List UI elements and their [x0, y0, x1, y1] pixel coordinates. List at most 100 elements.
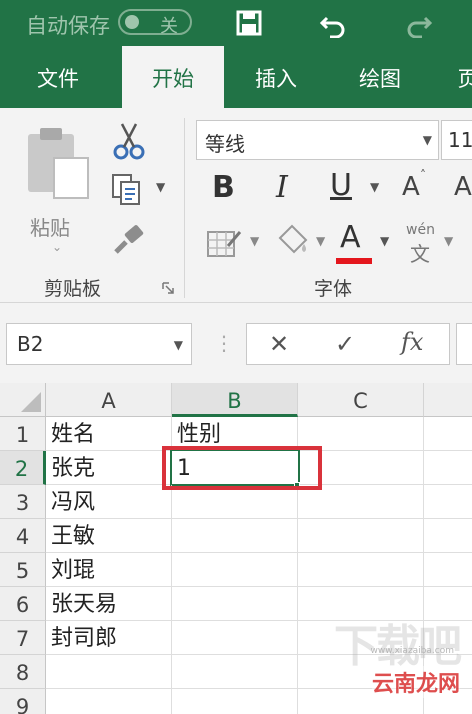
cell-a5[interactable]: 刘琨 [46, 553, 172, 587]
cell-b5[interactable] [172, 553, 298, 587]
clipboard-launcher-icon[interactable] [162, 282, 174, 294]
phonetic-button[interactable]: 文 [410, 238, 430, 267]
row-header-1[interactable]: 1 [0, 417, 46, 451]
italic-button[interactable]: I [276, 170, 288, 205]
insert-function-button[interactable]: fx [401, 328, 423, 356]
cancel-button[interactable]: ✕ [269, 330, 289, 358]
formula-input[interactable] [456, 323, 472, 365]
font-size-select[interactable]: 11 [441, 120, 472, 160]
format-painter-icon[interactable] [112, 222, 146, 256]
cell-b4[interactable] [172, 519, 298, 553]
cell-a6[interactable]: 张天易 [46, 587, 172, 621]
grow-font-button[interactable]: A [402, 172, 420, 202]
tab-draw[interactable]: 绘图 [340, 46, 420, 108]
row-header-6[interactable]: 6 [0, 587, 46, 621]
clipboard-group-label: 剪贴板 [44, 278, 102, 300]
cell-a8[interactable] [46, 655, 172, 689]
cell-a1[interactable]: 姓名 [46, 417, 172, 451]
cell-a9[interactable] [46, 689, 172, 714]
cell-b9[interactable] [172, 689, 298, 714]
column-header-d[interactable] [424, 383, 472, 417]
font-caret-icon: ▼ [422, 133, 432, 147]
formula-buttons: ✕ ✓ fx [246, 323, 450, 365]
row-header-7[interactable]: 7 [0, 621, 46, 655]
watermark-url: www.xiazaiba.com [370, 646, 454, 656]
cell-b3[interactable] [172, 485, 298, 519]
cell-c5[interactable] [298, 553, 424, 587]
cell-c3[interactable] [298, 485, 424, 519]
cell-d1[interactable] [424, 417, 472, 451]
worksheet-grid: A B C 1 2 3 4 5 6 7 8 9 姓名 性别 张克 1 冯风 王敏… [0, 383, 472, 714]
font-group-label: 字体 [314, 278, 353, 300]
bold-button[interactable]: B [212, 170, 235, 205]
paste-icon[interactable] [24, 122, 94, 202]
column-header-c[interactable]: C [298, 383, 424, 417]
row-header-2[interactable]: 2 [0, 451, 46, 485]
font-color-bar [336, 258, 372, 264]
row-header-8[interactable]: 8 [0, 655, 46, 689]
redo-icon[interactable] [404, 8, 434, 38]
font-name-select[interactable]: 等线 ▼ [196, 120, 439, 160]
tab-file[interactable]: 文件 [18, 46, 98, 108]
highlight-box [162, 446, 322, 490]
fill-dropdown-icon[interactable]: ▼ [316, 234, 325, 248]
phonetic-dropdown-icon[interactable]: ▼ [444, 234, 453, 248]
font-color-dropdown-icon[interactable]: ▼ [380, 234, 389, 248]
more-options-icon[interactable]: ⋮ [214, 331, 234, 355]
ribbon: 粘贴 ⌄ ▼ 剪贴板 等线 ▼ 11 B I U ▼ A ˄ A ▼ ▼ A ▼… [0, 108, 472, 303]
watermark: 下载吧 www.xiazaiba.com 云南龙网 [320, 621, 462, 706]
toggle-state: 关 [160, 16, 178, 37]
cell-a4[interactable]: 王敏 [46, 519, 172, 553]
cell-a3[interactable]: 冯风 [46, 485, 172, 519]
column-header-a[interactable]: A [46, 383, 172, 417]
row-header-9[interactable]: 9 [0, 689, 46, 714]
grow-font-arrow-icon: ˄ [420, 168, 426, 182]
column-header-b[interactable]: B [172, 383, 298, 417]
cell-a7[interactable]: 封司郎 [46, 621, 172, 655]
tab-home[interactable]: 开始 [122, 46, 224, 108]
formula-bar: B2 ▼ ⋮ ✕ ✓ fx [0, 303, 472, 383]
font-size-value: 11 [448, 128, 472, 152]
row-header-3[interactable]: 3 [0, 485, 46, 519]
borders-dropdown-icon[interactable]: ▼ [250, 234, 259, 248]
name-box-caret-icon: ▼ [173, 338, 183, 352]
tab-page[interactable]: 页 [448, 46, 472, 108]
cell-d5[interactable] [424, 553, 472, 587]
cell-b8[interactable] [172, 655, 298, 689]
underline-dropdown-icon[interactable]: ▼ [370, 180, 379, 194]
save-icon[interactable] [234, 8, 264, 38]
underline-button[interactable]: U [330, 168, 352, 203]
copy-icon[interactable] [110, 172, 144, 208]
watermark-text: 云南龙网 [371, 666, 460, 698]
name-box[interactable]: B2 ▼ [6, 323, 192, 365]
font-color-button[interactable]: A [340, 220, 361, 255]
cell-c4[interactable] [298, 519, 424, 553]
enter-button[interactable]: ✓ [335, 330, 355, 358]
phonetic-top-label: wén [406, 222, 435, 238]
paste-dropdown-icon[interactable]: ⌄ [52, 240, 62, 254]
cell-d3[interactable] [424, 485, 472, 519]
cut-icon[interactable] [112, 122, 146, 160]
select-all-corner[interactable] [0, 383, 46, 417]
cell-b6[interactable] [172, 587, 298, 621]
font-name-value: 等线 [205, 132, 245, 156]
row-header-5[interactable]: 5 [0, 553, 46, 587]
copy-dropdown-icon[interactable]: ▼ [156, 180, 165, 194]
cell-d4[interactable] [424, 519, 472, 553]
cell-d2[interactable] [424, 451, 472, 485]
row-header-4[interactable]: 4 [0, 519, 46, 553]
toggle-knob [125, 15, 139, 29]
title-bar: 自动保存 关 [0, 0, 472, 46]
undo-icon[interactable] [318, 8, 348, 38]
group-divider [184, 118, 185, 298]
paste-label[interactable]: 粘贴 [30, 212, 70, 241]
watermark-logo: 下载吧 [334, 621, 462, 672]
autosave-toggle[interactable]: 关 [118, 9, 192, 37]
tab-insert[interactable]: 插入 [236, 46, 316, 108]
borders-icon[interactable] [206, 226, 244, 260]
cell-b7[interactable] [172, 621, 298, 655]
fill-color-icon[interactable] [274, 222, 312, 260]
cell-a2[interactable]: 张克 [46, 451, 172, 485]
shrink-font-button[interactable]: A [454, 172, 472, 202]
autosave-label: 自动保存 [26, 14, 110, 38]
